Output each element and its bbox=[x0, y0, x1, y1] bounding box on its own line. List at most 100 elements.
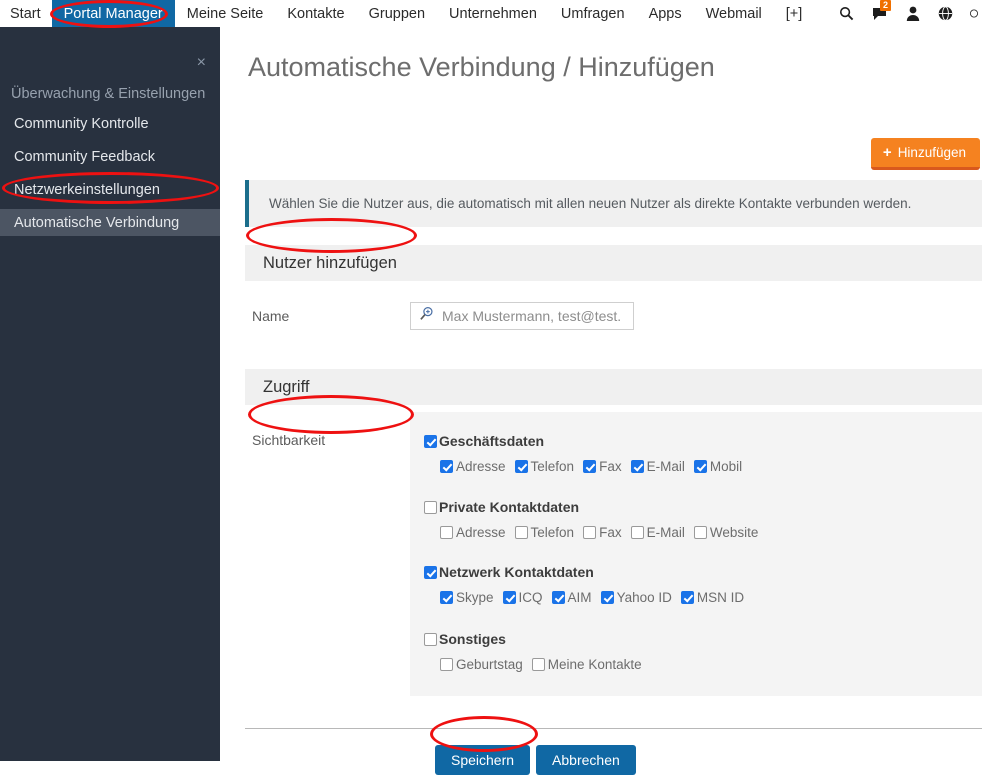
main-content: Automatische Verbindung / Hinzufügen + H… bbox=[220, 27, 982, 775]
visibility-label: Sichtbarkeit bbox=[252, 432, 326, 448]
sidebar-item-automatische-verbindung[interactable]: Automatische Verbindung bbox=[0, 209, 220, 236]
name-input-placeholder: Max Mustermann, test@test. bbox=[442, 308, 622, 324]
group-checkbox-row[interactable]: Netzwerk Kontaktdaten bbox=[424, 564, 753, 580]
checkbox-icon[interactable] bbox=[440, 526, 453, 539]
nav-item-kontakte[interactable]: Kontakte bbox=[275, 0, 356, 27]
nav-item-gruppen[interactable]: Gruppen bbox=[357, 0, 437, 27]
form-buttons: Speichern Abbrechen bbox=[435, 745, 636, 775]
checkbox-icon[interactable] bbox=[693, 526, 707, 539]
checkbox-icon[interactable] bbox=[630, 526, 644, 539]
sub-options-row: Geburtstag Meine Kontakte bbox=[440, 657, 651, 672]
sidebar-menu: Community Kontrolle Community Feedback Net… bbox=[0, 110, 220, 242]
checkbox-icon[interactable] bbox=[583, 460, 597, 473]
option-skype[interactable]: Skype bbox=[440, 590, 494, 605]
more-icon[interactable] bbox=[970, 5, 978, 22]
option-label: Yahoo ID bbox=[616, 590, 672, 605]
nav-item-meine-seite[interactable]: Meine Seite bbox=[175, 0, 276, 27]
option-msn-id[interactable]: MSN ID bbox=[680, 590, 744, 605]
option-label: Geburtstag bbox=[456, 657, 523, 672]
checkbox-icon[interactable] bbox=[551, 591, 565, 604]
group-checkbox-row[interactable]: Sonstiges bbox=[424, 631, 651, 647]
sub-options-row: Adresse Telefon Fax E-Mail Website bbox=[440, 525, 767, 540]
group-checkbox-label: Netzwerk Kontaktdaten bbox=[439, 564, 594, 580]
nav-item-webmail[interactable]: Webmail bbox=[694, 0, 774, 27]
messages-icon[interactable]: 2 bbox=[871, 0, 892, 22]
top-nav-icons: 2 bbox=[838, 0, 982, 27]
option-yahoo-id[interactable]: Yahoo ID bbox=[600, 590, 672, 605]
option-label: E-Mail bbox=[646, 459, 685, 474]
checkbox-icon[interactable] bbox=[531, 658, 545, 671]
info-text: Wählen Sie die Nutzer aus, die automatis… bbox=[269, 196, 912, 211]
nav-item-apps[interactable]: Apps bbox=[637, 0, 694, 27]
save-button[interactable]: Speichern bbox=[435, 745, 531, 775]
checkbox-icon[interactable] bbox=[424, 434, 437, 448]
sidebar-item-community-kontrolle[interactable]: Community Kontrolle bbox=[0, 110, 220, 137]
checkbox-group-gesch-ftsdaten: Geschäftsdaten Adresse Telefon Fax E-Mail Mob… bbox=[424, 433, 751, 474]
close-icon[interactable]: × bbox=[197, 55, 206, 71]
page-title: Automatische Verbindung / Hinzufügen bbox=[248, 52, 715, 82]
option-adresse[interactable]: Adresse bbox=[440, 525, 506, 540]
checkbox-icon[interactable] bbox=[424, 632, 437, 646]
option-aim[interactable]: AIM bbox=[551, 590, 592, 605]
checkbox-icon[interactable] bbox=[502, 591, 516, 604]
checkbox-icon[interactable] bbox=[630, 460, 644, 473]
option-label: Website bbox=[709, 525, 759, 540]
option-fax[interactable]: Fax bbox=[583, 525, 622, 540]
nav-item-[interactable]: [+] bbox=[774, 0, 815, 27]
globe-icon[interactable] bbox=[937, 5, 954, 22]
option-e-mail[interactable]: E-Mail bbox=[630, 525, 685, 540]
group-checkbox-row[interactable]: Private Kontaktdaten bbox=[424, 499, 767, 515]
nav-item-umfragen[interactable]: Umfragen bbox=[549, 0, 637, 27]
checkbox-icon[interactable] bbox=[424, 500, 437, 514]
sub-options-row: Skype ICQ AIM Yahoo ID MSN ID bbox=[440, 590, 753, 605]
option-adresse[interactable]: Adresse bbox=[440, 459, 506, 474]
sidebar: × Überwachung & Einstellungen Community … bbox=[0, 27, 220, 761]
name-input[interactable]: Max Mustermann, test@test. bbox=[410, 302, 634, 330]
checkbox-icon[interactable] bbox=[440, 591, 453, 604]
checkbox-icon[interactable] bbox=[440, 460, 453, 473]
option-telefon[interactable]: Telefon bbox=[514, 459, 574, 474]
nav-item-start[interactable]: Start bbox=[0, 0, 52, 27]
cancel-button[interactable]: Abbrechen bbox=[536, 745, 636, 775]
group-checkbox-label: Private Kontaktdaten bbox=[439, 499, 580, 515]
form-divider bbox=[245, 728, 982, 729]
profile-icon[interactable] bbox=[904, 5, 921, 22]
search-plus-icon bbox=[419, 306, 434, 326]
top-navigation-bar: Start Portal Manager Meine Seite Kontakte Gr… bbox=[0, 0, 982, 27]
checkbox-icon[interactable] bbox=[680, 591, 694, 604]
option-telefon[interactable]: Telefon bbox=[514, 525, 575, 540]
checkbox-icon[interactable] bbox=[440, 658, 453, 671]
nav-item-portal-manager[interactable]: Portal Manager bbox=[51, 0, 175, 27]
sidebar-item-community-feedback[interactable]: Community Feedback bbox=[0, 143, 220, 170]
checkbox-icon[interactable] bbox=[600, 591, 614, 604]
option-fax[interactable]: Fax bbox=[583, 459, 622, 474]
search-icon[interactable] bbox=[838, 5, 855, 22]
option-label: Fax bbox=[599, 525, 622, 540]
option-website[interactable]: Website bbox=[693, 525, 759, 540]
group-checkbox-row[interactable]: Geschäftsdaten bbox=[424, 433, 751, 449]
option-geburtstag[interactable]: Geburtstag bbox=[440, 657, 523, 672]
checkbox-icon[interactable] bbox=[514, 460, 528, 473]
option-meine-kontakte[interactable]: Meine Kontakte bbox=[531, 657, 642, 672]
option-mobil[interactable]: Mobil bbox=[693, 459, 743, 474]
option-label: Telefon bbox=[530, 525, 575, 540]
sidebar-item-netzwerkeinstellungen[interactable]: Netzwerkeinstellungen bbox=[0, 176, 220, 203]
checkbox-group-private-kontaktdaten: Private Kontaktdaten Adresse Telefon Fax E-M… bbox=[424, 499, 767, 540]
checkbox-group-netzwerk-kontaktdaten: Netzwerk Kontaktdaten Skype ICQ AIM Yahoo ID… bbox=[424, 564, 753, 605]
option-label: Mobil bbox=[709, 459, 743, 474]
checkbox-icon[interactable] bbox=[424, 565, 437, 579]
top-nav-items: Start Portal Manager Meine Seite Kontakte Gr… bbox=[0, 0, 814, 27]
checkbox-icon[interactable] bbox=[583, 526, 597, 539]
checkbox-icon[interactable] bbox=[514, 526, 528, 539]
visibility-checkbox-panel: Geschäftsdaten Adresse Telefon Fax E-Mail Mob… bbox=[410, 412, 982, 696]
option-e-mail[interactable]: E-Mail bbox=[630, 459, 685, 474]
group-checkbox-label: Sonstiges bbox=[439, 631, 506, 647]
option-label: AIM bbox=[567, 590, 592, 605]
option-icq[interactable]: ICQ bbox=[502, 590, 543, 605]
add-button[interactable]: + Hinzufügen bbox=[870, 138, 980, 170]
checkbox-icon[interactable] bbox=[693, 460, 707, 473]
sidebar-heading: Überwachung & Einstellungen bbox=[11, 86, 206, 102]
checkbox-group-sonstiges: Sonstiges Geburtstag Meine Kontakte bbox=[424, 631, 651, 672]
nav-item-unternehmen[interactable]: Unternehmen bbox=[437, 0, 549, 27]
